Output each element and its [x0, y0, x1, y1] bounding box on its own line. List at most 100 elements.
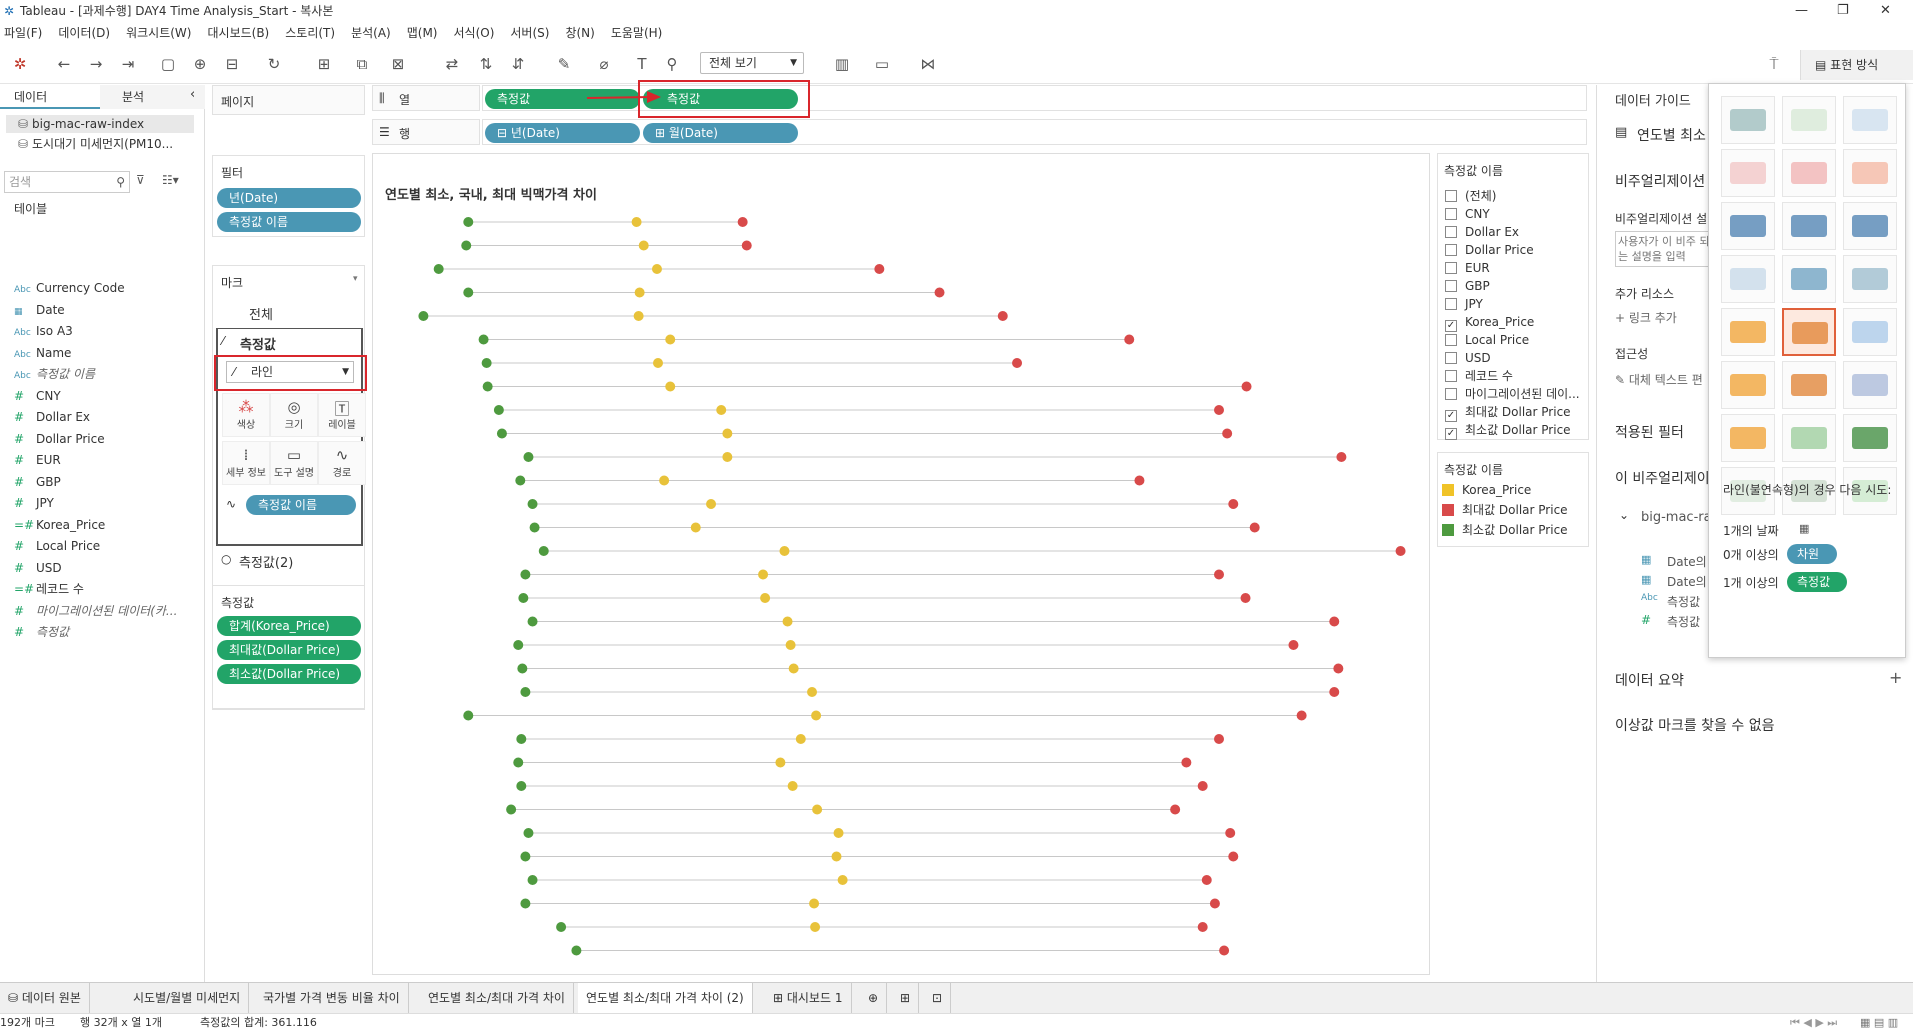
redo-icon[interactable]: → [84, 52, 108, 76]
maximize-button[interactable]: ❐ [1837, 0, 1849, 22]
field-item[interactable]: ▦ Date [14, 300, 65, 320]
min-point[interactable] [506, 804, 517, 815]
filter-checkbox[interactable]: JPY [1445, 295, 1483, 313]
chart-type-thumbnail[interactable] [1721, 308, 1775, 356]
legend-item[interactable]: 최소값 Dollar Price [1442, 521, 1568, 539]
pause-update-icon[interactable]: ⊟ [220, 52, 244, 76]
field-item[interactable]: Abc 측정값 이름 [14, 364, 95, 384]
menu-item[interactable]: 창(N) [565, 26, 594, 40]
min-point[interactable] [518, 593, 529, 603]
swap-icon[interactable]: ⇄ [440, 52, 464, 76]
max-point[interactable] [1336, 452, 1347, 462]
min-point[interactable] [463, 710, 474, 721]
min-point[interactable] [493, 405, 504, 415]
sheet-tab[interactable]: 연도별 최소/최대 가격 차이 [420, 983, 574, 1014]
field-item[interactable]: # Dollar Price [14, 429, 105, 449]
field-item[interactable]: Abc Name [14, 343, 71, 363]
add-link-button[interactable]: + 링크 추가 [1615, 309, 1677, 326]
replay-icon[interactable]: ⇥ [116, 52, 140, 76]
korea-point[interactable] [722, 428, 733, 439]
korea-point[interactable] [722, 452, 733, 462]
filter-checkbox[interactable]: 마이그레이션된 데이... [1445, 385, 1580, 403]
field-item[interactable]: # USD [14, 558, 62, 578]
field-item[interactable]: # Local Price [14, 536, 100, 556]
filter-checkbox[interactable]: ✓ Korea_Price [1445, 313, 1534, 332]
highlight-icon[interactable]: ✎ [552, 52, 576, 76]
korea-point[interactable] [807, 687, 818, 697]
menu-item[interactable]: 스토리(T) [285, 26, 335, 40]
max-point[interactable] [1134, 475, 1145, 486]
filter-checkbox[interactable]: CNY [1445, 205, 1490, 223]
korea-point[interactable] [760, 593, 771, 603]
tableau-home-icon[interactable]: ✲ [8, 52, 32, 76]
menu-item[interactable]: 워크시트(W) [126, 26, 191, 40]
chart-type-thumbnail[interactable] [1843, 96, 1897, 144]
max-point[interactable] [1395, 546, 1406, 556]
add-icon[interactable]: + [1889, 668, 1902, 687]
max-point[interactable] [1241, 381, 1252, 392]
max-point[interactable] [1012, 358, 1023, 368]
max-point[interactable] [934, 287, 945, 298]
min-point[interactable] [527, 875, 538, 885]
rows-shelf[interactable]: ⊟ 년(Date) ⊞ 월(Date) [482, 119, 1587, 145]
min-point[interactable] [517, 663, 528, 674]
chart-type-thumbnail[interactable] [1782, 361, 1836, 409]
min-point[interactable] [481, 358, 492, 368]
datasource-item[interactable]: ⛁ big-mac-raw-index [6, 115, 194, 133]
field-item[interactable]: =# Korea_Price [14, 515, 105, 535]
chart-type-thumbnail[interactable] [1782, 414, 1836, 462]
max-point[interactable] [741, 240, 752, 251]
max-point[interactable] [1296, 710, 1307, 721]
sheet-tab[interactable]: 국가별 가격 변동 비율 차이 [255, 983, 409, 1014]
field-item[interactable]: # CNY [14, 386, 61, 406]
field-item[interactable]: # 마이그레이션된 데이터(카... [14, 601, 177, 621]
filter-checkbox[interactable]: Local Price [1445, 331, 1529, 349]
field-item[interactable]: # GBP [14, 472, 61, 492]
min-point[interactable] [516, 781, 527, 791]
korea-point[interactable] [782, 616, 793, 627]
min-point[interactable] [513, 757, 524, 768]
min-point[interactable] [496, 428, 507, 439]
sheet-tab[interactable]: 연도별 최소/최대 가격 차이 (2) [578, 983, 753, 1014]
group-icon[interactable]: ⌀ [592, 52, 616, 76]
korea-point[interactable] [651, 264, 662, 274]
new-datasource-icon[interactable]: ⊕ [188, 52, 212, 76]
color-button[interactable]: ⁂ 색상 [222, 393, 270, 437]
measure-pill[interactable]: 최대값(Dollar Price) [217, 640, 361, 660]
new-worksheet-icon[interactable]: ⊞ [312, 52, 336, 76]
max-point[interactable] [1214, 569, 1224, 580]
menu-item[interactable]: 대시보드(B) [207, 26, 269, 40]
field-item[interactable]: # 측정값 [14, 622, 69, 642]
new-sheet-icon[interactable]: ⊕ [860, 983, 888, 1014]
filter-checkbox[interactable]: Dollar Price [1445, 241, 1534, 259]
field-item[interactable]: # Dollar Ex [14, 407, 90, 427]
max-point[interactable] [1181, 757, 1192, 768]
show-cards-icon[interactable]: ▥ [830, 52, 854, 76]
size-button[interactable]: ◎ 크기 [270, 393, 318, 437]
korea-point[interactable] [634, 287, 645, 298]
korea-point[interactable] [811, 710, 822, 721]
filter-pill[interactable]: 측정값 이름 [217, 212, 361, 232]
chart-type-thumbnail[interactable] [1721, 96, 1775, 144]
field-item[interactable]: =# 레코드 수 [14, 579, 84, 599]
korea-point[interactable] [837, 875, 848, 885]
korea-point[interactable] [665, 334, 676, 345]
max-point[interactable] [1124, 334, 1135, 345]
presentation-icon[interactable]: ▭ [870, 52, 894, 76]
marks-dropdown-icon[interactable]: ▾ [353, 274, 358, 284]
max-point[interactable] [1197, 922, 1208, 932]
korea-point[interactable] [631, 217, 642, 227]
min-point[interactable] [515, 475, 526, 486]
legend-item[interactable]: 최대값 Dollar Price [1442, 501, 1568, 519]
min-point[interactable] [523, 828, 534, 838]
chart-type-thumbnail[interactable] [1721, 202, 1775, 250]
min-point[interactable] [527, 616, 538, 627]
measure-pill[interactable]: 최소값(Dollar Price) [217, 664, 361, 684]
chart-type-thumbnail[interactable] [1721, 414, 1775, 462]
korea-point[interactable] [810, 922, 821, 932]
close-button[interactable]: ✕ [1880, 0, 1891, 22]
korea-point[interactable] [809, 898, 820, 909]
field-item[interactable]: Abc Currency Code [14, 278, 125, 298]
measure-pill[interactable]: 합계(Korea_Price) [217, 616, 361, 636]
korea-point[interactable] [638, 240, 649, 251]
